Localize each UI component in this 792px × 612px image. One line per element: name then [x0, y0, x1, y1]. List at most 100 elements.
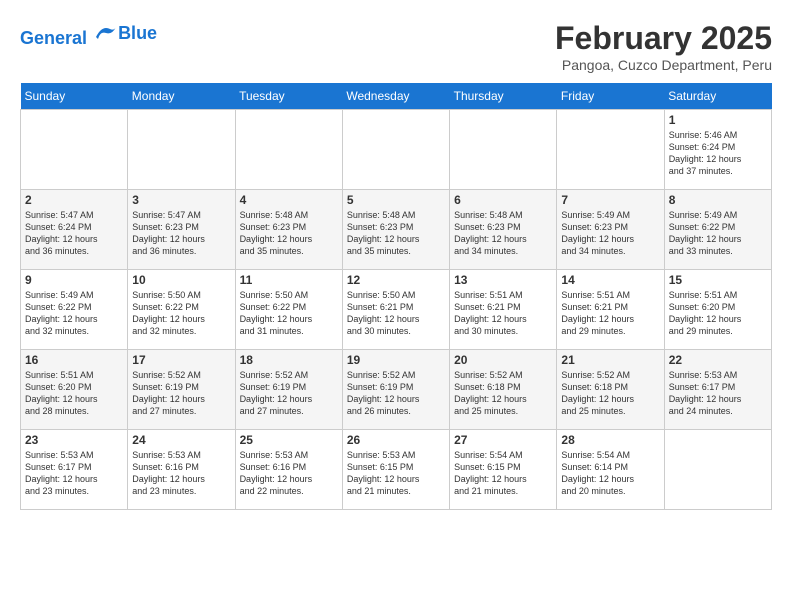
day-info: Sunrise: 5:53 AM Sunset: 6:17 PM Dayligh…	[669, 369, 767, 418]
day-info: Sunrise: 5:51 AM Sunset: 6:20 PM Dayligh…	[25, 369, 123, 418]
day-info: Sunrise: 5:49 AM Sunset: 6:23 PM Dayligh…	[561, 209, 659, 258]
day-number: 24	[132, 433, 230, 447]
day-info: Sunrise: 5:54 AM Sunset: 6:14 PM Dayligh…	[561, 449, 659, 498]
day-number: 26	[347, 433, 445, 447]
day-number: 12	[347, 273, 445, 287]
calendar-cell: 1 Sunrise: 5:46 AM Sunset: 6:24 PM Daylig…	[664, 110, 771, 190]
day-info: Sunrise: 5:49 AM Sunset: 6:22 PM Dayligh…	[669, 209, 767, 258]
calendar-cell: 13 Sunrise: 5:51 AM Sunset: 6:21 PM Dayli…	[450, 270, 557, 350]
day-number: 17	[132, 353, 230, 367]
day-header-saturday: Saturday	[664, 83, 771, 110]
week-row-3: 9 Sunrise: 5:49 AM Sunset: 6:22 PM Daylig…	[21, 270, 772, 350]
day-number: 3	[132, 193, 230, 207]
calendar-cell: 22 Sunrise: 5:53 AM Sunset: 6:17 PM Dayli…	[664, 350, 771, 430]
calendar-cell: 27Sunrise: 5:54 AM Sunset: 6:15 PM Dayli…	[450, 430, 557, 510]
day-info: Sunrise: 5:51 AM Sunset: 6:21 PM Dayligh…	[454, 289, 552, 338]
day-info: Sunrise: 5:50 AM Sunset: 6:21 PM Dayligh…	[347, 289, 445, 338]
calendar-cell: 9 Sunrise: 5:49 AM Sunset: 6:22 PM Daylig…	[21, 270, 128, 350]
main-title: February 2025	[555, 20, 772, 57]
day-info: Sunrise: 5:50 AM Sunset: 6:22 PM Dayligh…	[240, 289, 338, 338]
day-header-thursday: Thursday	[450, 83, 557, 110]
calendar-cell: 14Sunrise: 5:51 AM Sunset: 6:21 PM Dayli…	[557, 270, 664, 350]
calendar-cell: 15Sunrise: 5:51 AM Sunset: 6:20 PM Dayli…	[664, 270, 771, 350]
day-info: Sunrise: 5:53 AM Sunset: 6:17 PM Dayligh…	[25, 449, 123, 498]
day-info: Sunrise: 5:49 AM Sunset: 6:22 PM Dayligh…	[25, 289, 123, 338]
calendar-table: SundayMondayTuesdayWednesdayThursdayFrid…	[20, 83, 772, 510]
day-header-wednesday: Wednesday	[342, 83, 449, 110]
day-number: 16	[25, 353, 123, 367]
week-row-2: 2 Sunrise: 5:47 AM Sunset: 6:24 PM Daylig…	[21, 190, 772, 270]
calendar-cell: 20 Sunrise: 5:52 AM Sunset: 6:18 PM Dayli…	[450, 350, 557, 430]
day-info: Sunrise: 5:48 AM Sunset: 6:23 PM Dayligh…	[454, 209, 552, 258]
day-number: 25	[240, 433, 338, 447]
calendar-cell: 5Sunrise: 5:48 AM Sunset: 6:23 PM Daylig…	[342, 190, 449, 270]
day-info: Sunrise: 5:52 AM Sunset: 6:19 PM Dayligh…	[132, 369, 230, 418]
logo-blue-text: Blue	[118, 24, 157, 44]
week-row-1: 1 Sunrise: 5:46 AM Sunset: 6:24 PM Daylig…	[21, 110, 772, 190]
calendar-cell: 19 Sunrise: 5:52 AM Sunset: 6:19 PM Dayli…	[342, 350, 449, 430]
day-info: Sunrise: 5:46 AM Sunset: 6:24 PM Dayligh…	[669, 129, 767, 178]
day-header-friday: Friday	[557, 83, 664, 110]
calendar-cell: 6 Sunrise: 5:48 AM Sunset: 6:23 PM Daylig…	[450, 190, 557, 270]
calendar-cell: 18 Sunrise: 5:52 AM Sunset: 6:19 PM Dayli…	[235, 350, 342, 430]
day-info: Sunrise: 5:51 AM Sunset: 6:21 PM Dayligh…	[561, 289, 659, 338]
day-info: Sunrise: 5:52 AM Sunset: 6:19 PM Dayligh…	[240, 369, 338, 418]
calendar-cell: 21 Sunrise: 5:52 AM Sunset: 6:18 PM Dayli…	[557, 350, 664, 430]
calendar-cell: 4Sunrise: 5:48 AM Sunset: 6:23 PM Daylig…	[235, 190, 342, 270]
day-info: Sunrise: 5:48 AM Sunset: 6:23 PM Dayligh…	[347, 209, 445, 258]
logo-text: General	[20, 20, 118, 49]
day-number: 11	[240, 273, 338, 287]
day-number: 23	[25, 433, 123, 447]
day-number: 9	[25, 273, 123, 287]
logo: General Blue	[20, 20, 157, 49]
calendar-cell: 3Sunrise: 5:47 AM Sunset: 6:23 PM Daylig…	[128, 190, 235, 270]
day-number: 19	[347, 353, 445, 367]
day-info: Sunrise: 5:52 AM Sunset: 6:18 PM Dayligh…	[561, 369, 659, 418]
calendar-cell: 8 Sunrise: 5:49 AM Sunset: 6:22 PM Daylig…	[664, 190, 771, 270]
day-header-monday: Monday	[128, 83, 235, 110]
day-number: 15	[669, 273, 767, 287]
day-number: 10	[132, 273, 230, 287]
subtitle: Pangoa, Cuzco Department, Peru	[555, 57, 772, 73]
header-row: SundayMondayTuesdayWednesdayThursdayFrid…	[21, 83, 772, 110]
day-info: Sunrise: 5:47 AM Sunset: 6:24 PM Dayligh…	[25, 209, 123, 258]
day-number: 18	[240, 353, 338, 367]
day-number: 20	[454, 353, 552, 367]
day-number: 6	[454, 193, 552, 207]
calendar-cell	[342, 110, 449, 190]
calendar-cell	[235, 110, 342, 190]
calendar-cell: 28 Sunrise: 5:54 AM Sunset: 6:14 PM Dayli…	[557, 430, 664, 510]
header: General Blue February 2025 Pangoa, Cuzco…	[20, 20, 772, 73]
calendar-cell: 23 Sunrise: 5:53 AM Sunset: 6:17 PM Dayli…	[21, 430, 128, 510]
calendar-cell: 25 Sunrise: 5:53 AM Sunset: 6:16 PM Dayli…	[235, 430, 342, 510]
day-header-sunday: Sunday	[21, 83, 128, 110]
day-info: Sunrise: 5:52 AM Sunset: 6:19 PM Dayligh…	[347, 369, 445, 418]
calendar-cell: 24 Sunrise: 5:53 AM Sunset: 6:16 PM Dayli…	[128, 430, 235, 510]
day-header-tuesday: Tuesday	[235, 83, 342, 110]
calendar-cell	[450, 110, 557, 190]
calendar-cell: 10 Sunrise: 5:50 AM Sunset: 6:22 PM Dayli…	[128, 270, 235, 350]
day-number: 2	[25, 193, 123, 207]
calendar-cell: 26Sunrise: 5:53 AM Sunset: 6:15 PM Dayli…	[342, 430, 449, 510]
day-info: Sunrise: 5:54 AM Sunset: 6:15 PM Dayligh…	[454, 449, 552, 498]
day-number: 7	[561, 193, 659, 207]
day-info: Sunrise: 5:53 AM Sunset: 6:16 PM Dayligh…	[240, 449, 338, 498]
day-info: Sunrise: 5:52 AM Sunset: 6:18 PM Dayligh…	[454, 369, 552, 418]
day-info: Sunrise: 5:53 AM Sunset: 6:16 PM Dayligh…	[132, 449, 230, 498]
calendar-cell	[21, 110, 128, 190]
calendar-cell	[557, 110, 664, 190]
calendar-cell	[664, 430, 771, 510]
calendar-cell: 16 Sunrise: 5:51 AM Sunset: 6:20 PM Dayli…	[21, 350, 128, 430]
calendar-cell	[128, 110, 235, 190]
calendar-cell: 12 Sunrise: 5:50 AM Sunset: 6:21 PM Dayli…	[342, 270, 449, 350]
day-number: 8	[669, 193, 767, 207]
day-number: 4	[240, 193, 338, 207]
week-row-4: 16 Sunrise: 5:51 AM Sunset: 6:20 PM Dayli…	[21, 350, 772, 430]
title-section: February 2025 Pangoa, Cuzco Department, …	[555, 20, 772, 73]
day-number: 13	[454, 273, 552, 287]
day-info: Sunrise: 5:50 AM Sunset: 6:22 PM Dayligh…	[132, 289, 230, 338]
day-number: 1	[669, 113, 767, 127]
day-number: 22	[669, 353, 767, 367]
day-number: 21	[561, 353, 659, 367]
day-number: 28	[561, 433, 659, 447]
